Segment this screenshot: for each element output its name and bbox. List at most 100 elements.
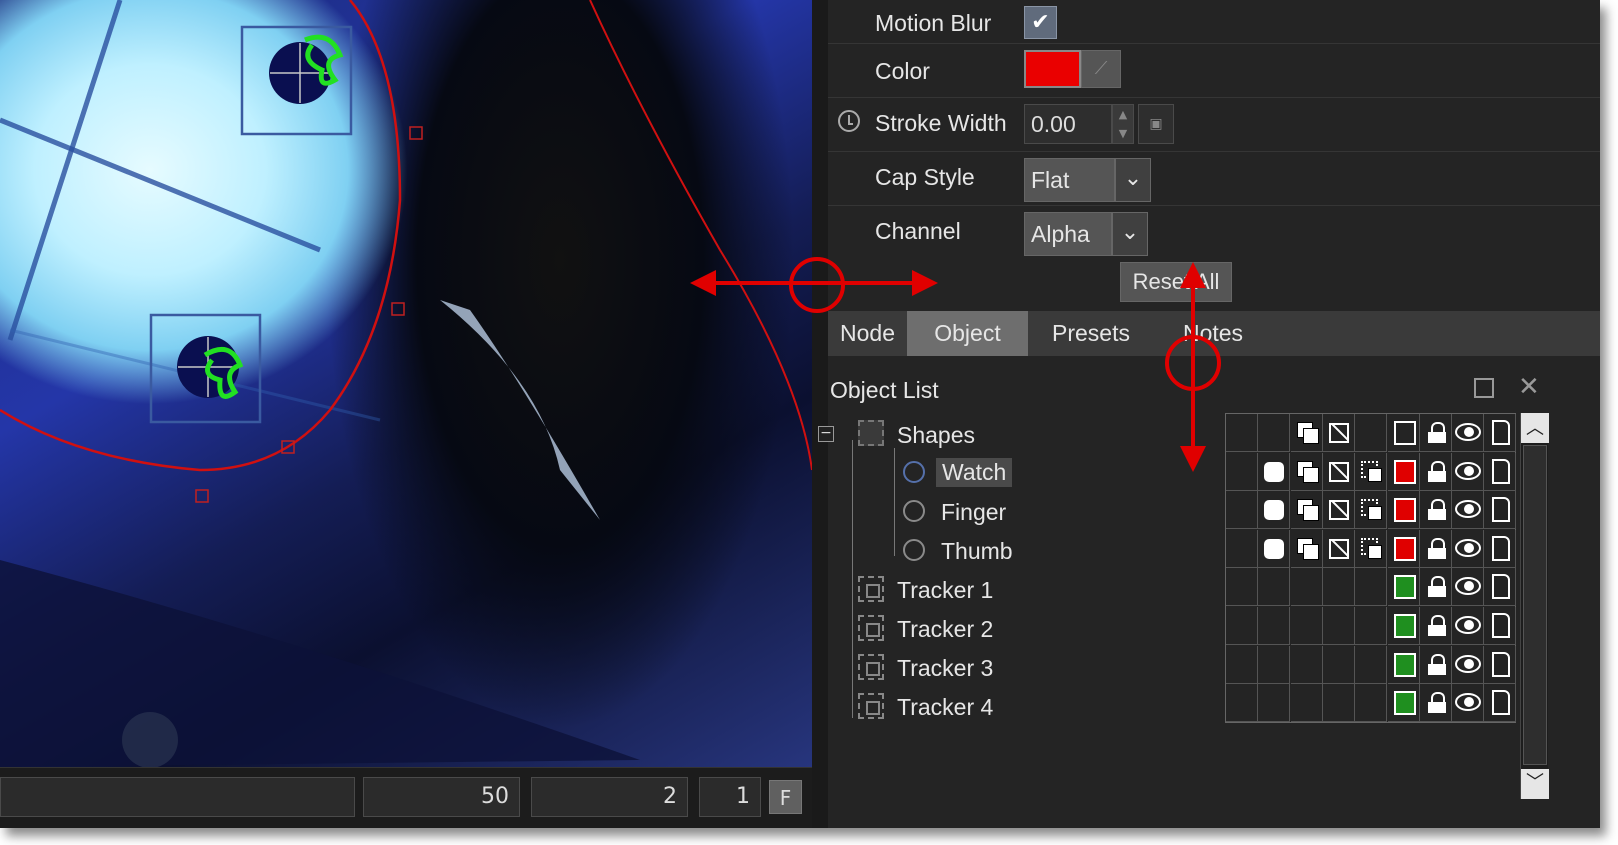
flag-cell[interactable] bbox=[1355, 529, 1388, 568]
duplicate-outline-icon[interactable] bbox=[1361, 460, 1383, 483]
tree-item-tracker-4[interactable]: Tracker 4 bbox=[897, 694, 993, 721]
slider-toggle-icon[interactable]: ▣ bbox=[1138, 104, 1174, 144]
document-icon[interactable] bbox=[1492, 535, 1511, 561]
document-icon[interactable] bbox=[1492, 497, 1511, 523]
flag-cell[interactable] bbox=[1419, 645, 1452, 684]
round-icon[interactable] bbox=[1264, 500, 1285, 521]
flag-cell[interactable] bbox=[1355, 568, 1388, 607]
flag-cell[interactable] bbox=[1484, 529, 1517, 568]
scrollbar-thumb[interactable] bbox=[1523, 445, 1547, 765]
tab-object[interactable]: Object bbox=[907, 311, 1028, 356]
cap-style-select[interactable]: Flat bbox=[1024, 158, 1115, 202]
duplicate-icon[interactable] bbox=[1296, 537, 1319, 560]
frame-field[interactable]: 50 bbox=[363, 777, 520, 817]
flag-cell[interactable] bbox=[1322, 568, 1355, 607]
lock-icon[interactable] bbox=[1427, 692, 1446, 714]
viewer-canvas[interactable] bbox=[0, 0, 812, 767]
flag-cell[interactable] bbox=[1226, 491, 1258, 530]
flag-cell[interactable] bbox=[1258, 684, 1291, 723]
flag-cell[interactable] bbox=[1258, 414, 1291, 452]
color-swatch[interactable] bbox=[1024, 50, 1081, 88]
flag-cell[interactable] bbox=[1387, 452, 1420, 491]
flag-cell[interactable] bbox=[1452, 568, 1485, 607]
no-entry-icon[interactable] bbox=[1328, 500, 1349, 521]
lock-icon[interactable] bbox=[1427, 422, 1446, 444]
flag-cell[interactable] bbox=[1484, 414, 1517, 452]
round-icon[interactable] bbox=[1264, 538, 1285, 559]
flag-cell[interactable] bbox=[1355, 684, 1388, 723]
flag-cell[interactable] bbox=[1258, 645, 1291, 684]
duplicate-icon[interactable] bbox=[1296, 422, 1319, 444]
duplicate-icon[interactable] bbox=[1296, 499, 1319, 522]
flag-cell[interactable] bbox=[1322, 684, 1355, 723]
chevron-down-icon[interactable]: ⌄ bbox=[1112, 212, 1148, 256]
lock-icon[interactable] bbox=[1427, 499, 1446, 521]
flag-cell[interactable] bbox=[1452, 529, 1485, 568]
flag-cell[interactable] bbox=[1387, 568, 1420, 607]
tree-item-tracker-3[interactable]: Tracker 3 bbox=[897, 655, 993, 682]
flag-cell[interactable] bbox=[1387, 414, 1420, 452]
flag-cell[interactable] bbox=[1290, 645, 1323, 684]
animate-clock-icon[interactable] bbox=[838, 110, 860, 132]
tab-notes[interactable]: Notes bbox=[1154, 311, 1272, 356]
flag-cell[interactable] bbox=[1322, 529, 1355, 568]
flag-cell[interactable] bbox=[1290, 568, 1323, 607]
stroke-width-input[interactable]: 0.00 bbox=[1024, 104, 1112, 144]
color-icon[interactable] bbox=[1393, 421, 1416, 445]
color-icon[interactable] bbox=[1393, 498, 1416, 523]
tree-item-tracker-1[interactable]: Tracker 1 bbox=[897, 577, 993, 604]
reset-all-button[interactable]: Reset All bbox=[1120, 262, 1232, 302]
duplicate-outline-icon[interactable] bbox=[1361, 537, 1383, 560]
flag-cell[interactable] bbox=[1226, 684, 1258, 723]
flag-cell[interactable] bbox=[1387, 491, 1420, 530]
flag-cell[interactable] bbox=[1290, 684, 1323, 723]
flag-cell[interactable] bbox=[1290, 414, 1323, 452]
flag-cell[interactable] bbox=[1322, 491, 1355, 530]
flag-cell[interactable] bbox=[1419, 491, 1452, 530]
color-icon[interactable] bbox=[1393, 459, 1416, 484]
scroll-up-icon[interactable]: ︿ bbox=[1521, 413, 1549, 443]
flag-cell[interactable] bbox=[1387, 529, 1420, 568]
channel-select[interactable]: Alpha bbox=[1024, 212, 1112, 256]
flag-cell[interactable] bbox=[1226, 607, 1258, 645]
eye-icon[interactable] bbox=[1455, 500, 1482, 519]
flag-cell[interactable] bbox=[1258, 491, 1291, 530]
flag-cell[interactable] bbox=[1484, 491, 1517, 530]
flag-cell[interactable] bbox=[1484, 645, 1517, 684]
document-icon[interactable] bbox=[1492, 651, 1511, 677]
tab-presets[interactable]: Presets bbox=[1028, 311, 1154, 356]
flag-cell[interactable] bbox=[1226, 645, 1258, 684]
round-icon[interactable] bbox=[1264, 461, 1285, 482]
step-field[interactable]: 2 bbox=[531, 777, 688, 817]
flag-cell[interactable] bbox=[1419, 607, 1452, 645]
flag-cell[interactable] bbox=[1452, 645, 1485, 684]
flag-cell[interactable] bbox=[1258, 607, 1291, 645]
no-entry-icon[interactable] bbox=[1328, 538, 1349, 559]
document-icon[interactable] bbox=[1492, 574, 1511, 600]
flag-cell[interactable] bbox=[1322, 607, 1355, 645]
chevron-down-icon[interactable]: ⌄ bbox=[1115, 158, 1151, 202]
tree-item-watch[interactable]: Watch bbox=[936, 458, 1013, 487]
float-panel-icon[interactable] bbox=[1474, 378, 1494, 398]
flag-cell[interactable] bbox=[1226, 568, 1258, 607]
document-icon[interactable] bbox=[1492, 613, 1511, 638]
flag-cell[interactable] bbox=[1290, 452, 1323, 491]
flag-cell[interactable] bbox=[1484, 607, 1517, 645]
flag-cell[interactable] bbox=[1452, 684, 1485, 723]
flag-cell[interactable] bbox=[1258, 529, 1291, 568]
flag-cell[interactable] bbox=[1419, 529, 1452, 568]
lock-icon[interactable] bbox=[1427, 460, 1446, 483]
flag-cell[interactable] bbox=[1290, 607, 1323, 645]
flag-cell[interactable] bbox=[1226, 414, 1258, 452]
flag-cell[interactable] bbox=[1226, 529, 1258, 568]
flag-cell[interactable] bbox=[1322, 645, 1355, 684]
eye-icon[interactable] bbox=[1455, 538, 1482, 557]
lock-icon[interactable] bbox=[1427, 653, 1446, 676]
flag-cell[interactable] bbox=[1387, 645, 1420, 684]
flag-cell[interactable] bbox=[1258, 452, 1291, 491]
eye-icon[interactable] bbox=[1455, 654, 1482, 673]
panel-splitter[interactable] bbox=[812, 0, 828, 828]
flag-cell[interactable] bbox=[1484, 452, 1517, 491]
eye-icon[interactable] bbox=[1455, 461, 1482, 480]
flag-cell[interactable] bbox=[1419, 414, 1452, 452]
